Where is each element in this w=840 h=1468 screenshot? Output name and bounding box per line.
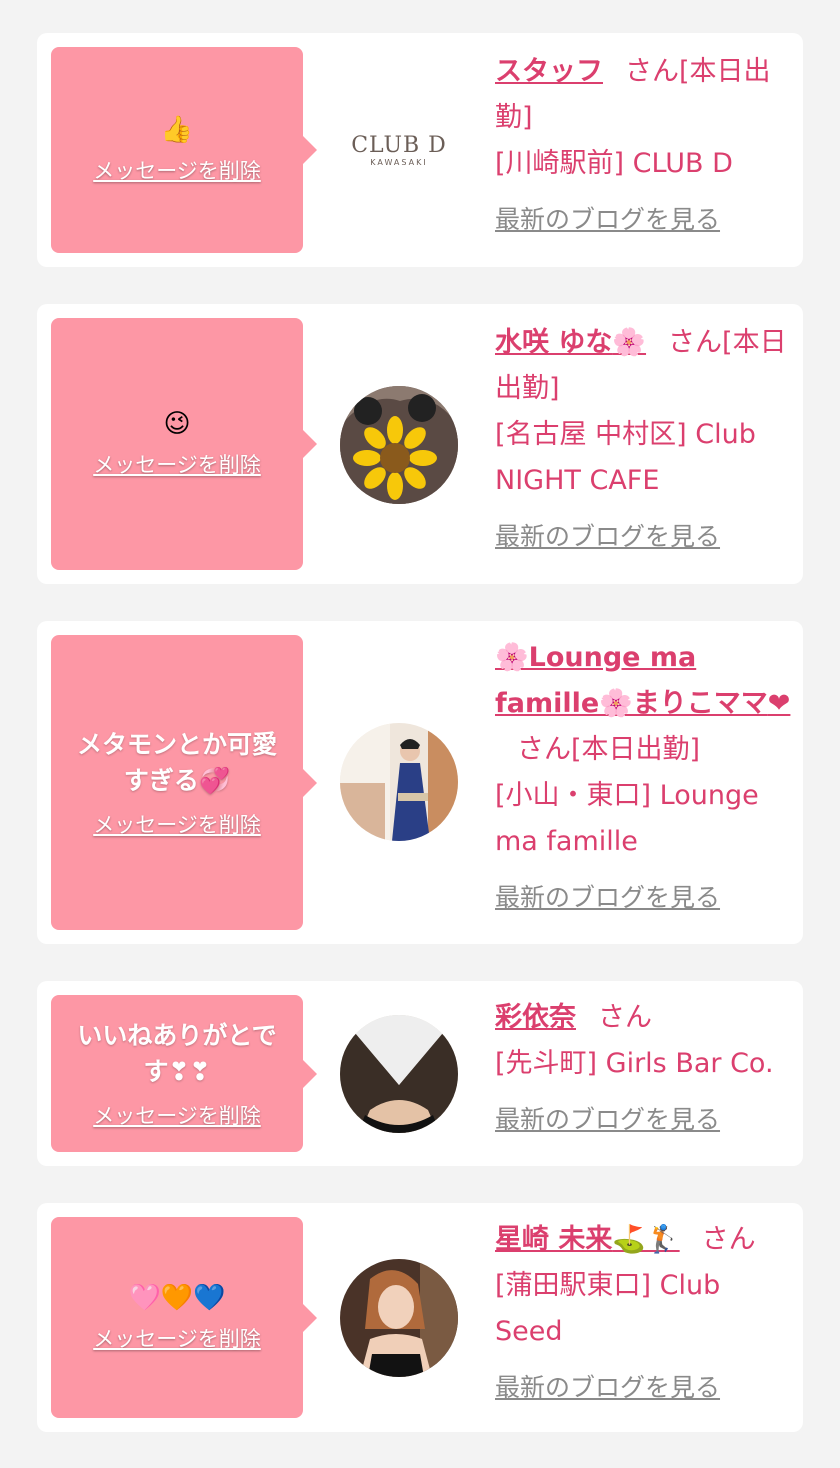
cast-info: 水咲 ゆな🌸 さん[本日出勤] [名古屋 中村区] Club NIGHT CAFE… xyxy=(495,320,795,560)
message-card: いいねありがとです❣❣ メッセージを削除 彩依奈 さん [先斗町] Girls B… xyxy=(37,981,803,1166)
cast-info: 🌸Lounge ma famille🌸まりこママ❤さん[本日出勤] [小山・東口… xyxy=(495,635,795,921)
cast-avatar[interactable] xyxy=(340,723,458,841)
thumbs-up-icon: 👍 xyxy=(160,115,194,145)
message-bubble: いいねありがとです❣❣ メッセージを削除 xyxy=(51,995,317,1152)
message-text: いいねありがとです❣❣ xyxy=(77,1020,277,1086)
cast-info: 星崎 未来⛳🏌 さん [蒲田駅東口] Club Seed 最新のブログを見る xyxy=(495,1217,795,1411)
message-card: 🩷🧡💙 メッセージを削除 星崎 未来⛳🏌 さん [蒲田駅東口] Club Seed… xyxy=(37,1203,803,1432)
heart-exclamation-icon: ❣❣ xyxy=(168,1056,211,1086)
message-bubble: 😉 メッセージを削除 xyxy=(51,318,317,570)
shop-name: [小山・東口] Lounge ma famille xyxy=(495,780,759,857)
delete-message-link[interactable]: メッセージを削除 xyxy=(93,809,261,839)
cast-name-link[interactable]: スタッフ xyxy=(495,56,603,87)
shop-name: [川崎駅前] CLUB D xyxy=(495,148,733,179)
club-d-logo: CLUB D KAWASAKI xyxy=(351,133,447,167)
delete-message-link[interactable]: メッセージを削除 xyxy=(93,449,261,479)
cast-name-link[interactable]: 水咲 ゆな🌸 xyxy=(495,327,646,358)
cast-name-line: 水咲 ゆな🌸 さん[本日出勤] xyxy=(495,327,787,404)
shop-name: [名古屋 中村区] Club NIGHT CAFE xyxy=(495,419,756,496)
cast-name-link[interactable]: 🌸Lounge ma famille🌸まりこママ❤ xyxy=(495,642,790,719)
cast-name-line: 星崎 未来⛳🏌 さん xyxy=(495,1224,756,1255)
latest-blog-link[interactable]: 最新のブログを見る xyxy=(495,1365,720,1411)
cast-name-line: 🌸Lounge ma famille🌸まりこママ❤さん[本日出勤] xyxy=(495,642,791,765)
message-bubble: メタモンとか可愛すぎる💞 メッセージを削除 xyxy=(51,635,317,930)
message-bubble: 🩷🧡💙 メッセージを削除 xyxy=(51,1217,317,1418)
red-heart-icon: ❤ xyxy=(767,688,791,719)
latest-blog-link[interactable]: 最新のブログを見る xyxy=(495,1097,720,1143)
hearts-icon: 💞 xyxy=(198,765,231,795)
flower-icon: 🌸 xyxy=(612,327,647,358)
message-card: 😉 メッセージを削除 水咲 ゆな🌸 さん[本日出勤] [名古屋 中村区] Clu… xyxy=(37,304,803,584)
cast-name-line: スタッフ さん[本日出勤] xyxy=(495,56,771,133)
cast-avatar[interactable] xyxy=(340,1015,458,1133)
cast-name-line: 彩依奈 さん xyxy=(495,1002,652,1033)
shop-name: [先斗町] Girls Bar Co. xyxy=(495,1048,774,1079)
cast-name-link[interactable]: 彩依奈 xyxy=(495,1002,576,1033)
cast-avatar[interactable] xyxy=(340,386,458,504)
message-card: 👍 メッセージを削除 CLUB D KAWASAKI スタッフ さん[本日出勤] … xyxy=(37,33,803,267)
latest-blog-link[interactable]: 最新のブログを見る xyxy=(495,197,720,243)
message-text: メタモンとか可愛すぎる💞 xyxy=(76,729,277,795)
cast-name-link[interactable]: 星崎 未来⛳🏌 xyxy=(495,1224,680,1255)
message-bubble: 👍 メッセージを削除 xyxy=(51,47,317,253)
cast-avatar[interactable] xyxy=(340,1259,458,1377)
latest-blog-link[interactable]: 最新のブログを見る xyxy=(495,514,720,560)
golf-icon: ⛳🏌 xyxy=(612,1224,680,1255)
shop-name: [蒲田駅東口] Club Seed xyxy=(495,1270,721,1347)
delete-message-link[interactable]: メッセージを削除 xyxy=(93,1323,261,1353)
cast-info: スタッフ さん[本日出勤] [川崎駅前] CLUB D 最新のブログを見る xyxy=(495,49,795,243)
message-card: メタモンとか可愛すぎる💞 メッセージを削除 🌸Lounge ma famille… xyxy=(37,621,803,944)
delete-message-link[interactable]: メッセージを削除 xyxy=(93,155,261,185)
delete-message-link[interactable]: メッセージを削除 xyxy=(93,1100,261,1130)
colored-hearts-icon: 🩷🧡💙 xyxy=(128,1282,226,1313)
cast-info: 彩依奈 さん [先斗町] Girls Bar Co. 最新のブログを見る xyxy=(495,995,795,1143)
wink-face-icon: 😉 xyxy=(163,409,191,439)
latest-blog-link[interactable]: 最新のブログを見る xyxy=(495,875,720,921)
